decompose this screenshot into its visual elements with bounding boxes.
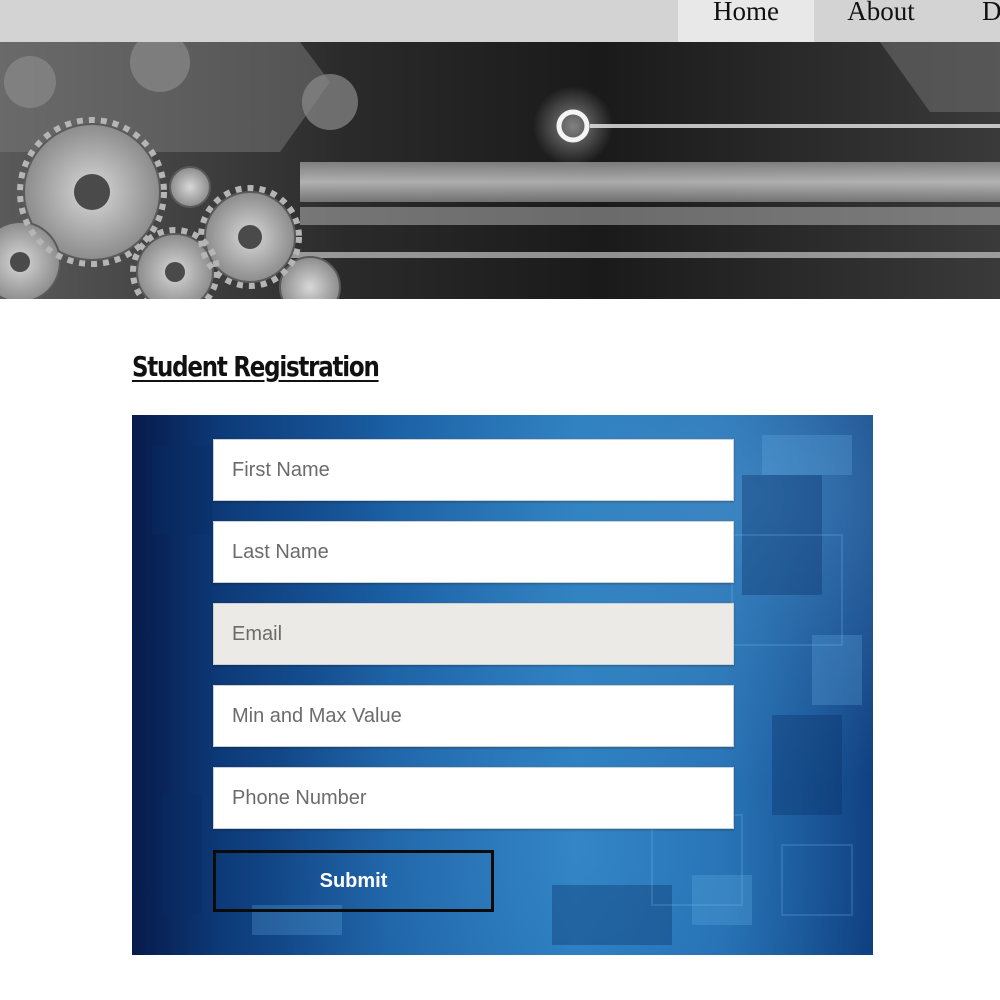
top-navigation: Home About D	[0, 0, 1000, 42]
min-max-value-input[interactable]	[213, 685, 734, 747]
first-name-input[interactable]	[213, 439, 734, 501]
nav-item-partial[interactable]: D	[948, 0, 1000, 42]
last-name-input[interactable]	[213, 521, 734, 583]
nav-item-about[interactable]: About	[814, 0, 948, 42]
header-banner-image	[0, 42, 1000, 299]
email-input[interactable]	[213, 603, 734, 665]
gears-circuit-icon	[0, 42, 1000, 299]
phone-number-input[interactable]	[213, 767, 734, 829]
nav-item-home[interactable]: Home	[678, 0, 814, 42]
registration-form: Submit	[132, 415, 873, 955]
submit-button[interactable]: Submit	[213, 850, 494, 912]
page-title: Student Registration	[132, 350, 380, 383]
